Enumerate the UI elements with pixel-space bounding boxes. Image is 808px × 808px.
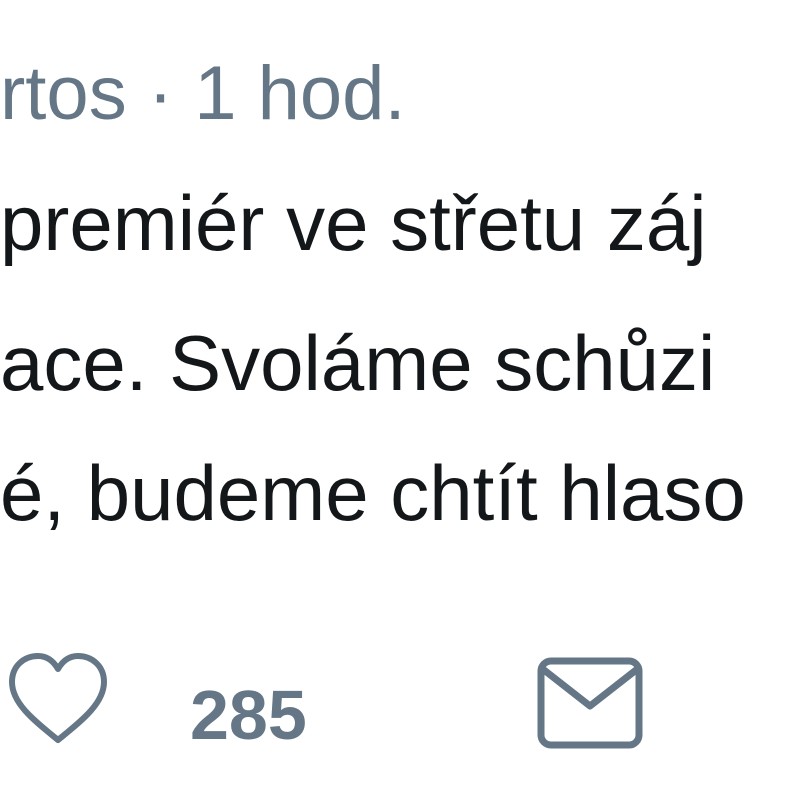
meta-separator: ·	[147, 51, 174, 136]
tweet-meta: rtos · 1 hod.	[0, 44, 406, 144]
tweet-text-line: ace. Svoláme schůzi	[0, 319, 716, 407]
heart-icon[interactable]	[6, 652, 110, 748]
like-count: 285	[190, 676, 307, 754]
envelope-icon[interactable]	[536, 656, 644, 750]
author-name[interactable]: rtos	[0, 51, 127, 136]
tweet: rtos · 1 hod. premiér ve střetu záj ace.…	[0, 0, 808, 808]
tweet-timestamp[interactable]: 1 hod.	[194, 51, 405, 136]
tweet-text-line: premiér ve střetu záj	[0, 179, 707, 267]
tweet-text-line: é, budeme chtít hlaso	[0, 449, 746, 537]
